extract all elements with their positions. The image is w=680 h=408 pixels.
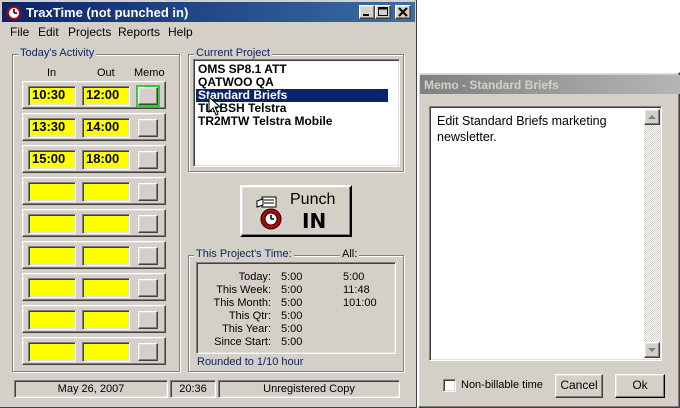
in-time-field[interactable]: 10:30 xyxy=(28,86,76,106)
arrow-up-icon xyxy=(648,115,656,119)
stat-all-value: 5:00 xyxy=(343,271,365,283)
non-billable-label[interactable]: Non-billable time xyxy=(461,379,543,391)
memo-button[interactable] xyxy=(138,247,158,265)
maximize-button[interactable] xyxy=(375,5,391,19)
activity-row xyxy=(22,241,166,269)
activity-row: 10:30 12:00 xyxy=(22,81,166,109)
activity-row xyxy=(22,305,166,333)
status-license: Unregistered Copy xyxy=(218,380,400,398)
memo-button[interactable] xyxy=(138,215,158,233)
project-listbox[interactable]: OMS SP8.1 ATT QATWOO QA Standard Briefs … xyxy=(193,59,400,167)
activity-row xyxy=(22,337,166,365)
activity-row: 15:00 18:00 xyxy=(22,145,166,173)
memo-column-header: Memo xyxy=(134,67,165,79)
punch-clock-icon xyxy=(256,196,282,230)
activity-row xyxy=(22,177,166,205)
activity-row xyxy=(22,209,166,237)
memo-button[interactable] xyxy=(138,151,158,169)
out-time-field[interactable] xyxy=(82,310,130,330)
stat-value: 5:00 xyxy=(281,323,303,335)
project-time-label: This Project's Time: xyxy=(194,248,294,260)
stat-all-value: 11:48 xyxy=(343,284,370,296)
stat-all-value: 101:00 xyxy=(343,297,377,309)
scroll-up-button[interactable] xyxy=(644,109,660,125)
project-time-panel: Today: 5:00 5:00 This Week: 5:00 11:48 T… xyxy=(196,262,396,354)
memo-button[interactable] xyxy=(136,85,160,107)
menu-projects[interactable]: Projects xyxy=(68,25,111,39)
memo-title-bar[interactable]: Memo - Standard Briefs xyxy=(420,75,680,94)
out-time-field[interactable]: 18:00 xyxy=(82,150,130,170)
in-time-field[interactable] xyxy=(28,214,76,234)
activity-row xyxy=(22,273,166,301)
close-icon xyxy=(398,7,408,17)
stat-value: 5:00 xyxy=(281,336,303,348)
out-time-field[interactable] xyxy=(82,342,130,362)
out-column-header: Out xyxy=(97,67,115,79)
rounding-note: Rounded to 1/10 hour xyxy=(197,356,304,368)
in-time-field[interactable] xyxy=(28,246,76,266)
todays-activity-label: Today's Activity xyxy=(18,47,97,59)
ok-button[interactable]: Ok xyxy=(615,374,665,398)
cancel-button[interactable]: Cancel xyxy=(555,374,603,398)
in-time-field[interactable]: 15:00 xyxy=(28,150,76,170)
minimize-button[interactable] xyxy=(359,5,375,19)
memo-button[interactable] xyxy=(138,343,158,361)
memo-scrollbar[interactable] xyxy=(644,109,660,358)
memo-text: Edit Standard Briefs marketing newslette… xyxy=(437,114,607,144)
in-time-field[interactable] xyxy=(28,310,76,330)
in-time-field[interactable] xyxy=(28,278,76,298)
in-time-field[interactable]: 13:30 xyxy=(28,118,76,138)
in-time-field[interactable] xyxy=(28,342,76,362)
out-time-field[interactable] xyxy=(82,182,130,202)
punch-label: Punch xyxy=(290,191,336,208)
stat-label: This Qtr: xyxy=(228,310,271,322)
out-time-field[interactable] xyxy=(82,246,130,266)
all-time-label: All: xyxy=(340,248,360,260)
current-project-label: Current Project xyxy=(194,47,272,59)
in-time-field[interactable] xyxy=(28,182,76,202)
memo-textarea[interactable]: Edit Standard Briefs marketing newslette… xyxy=(429,106,662,361)
maximize-icon xyxy=(378,7,388,16)
stat-label: Today: xyxy=(238,271,271,283)
stat-label: This Month: xyxy=(213,297,271,309)
minimize-icon xyxy=(363,14,369,16)
memo-title-text: Memo - Standard Briefs xyxy=(424,78,559,92)
stat-value: 5:00 xyxy=(281,310,303,322)
stat-value: 5:00 xyxy=(281,284,303,296)
status-time: 20:36 xyxy=(170,380,216,398)
app-clock-icon xyxy=(7,6,21,20)
menu-file[interactable]: File xyxy=(10,25,29,39)
in-column-header: In xyxy=(47,67,57,79)
out-time-field[interactable] xyxy=(82,214,130,234)
stat-label: This Year: xyxy=(222,323,271,335)
out-time-field[interactable]: 14:00 xyxy=(82,118,130,138)
main-title-bar[interactable]: TraxTime (not punched in) xyxy=(2,2,415,22)
main-title-text: TraxTime (not punched in) xyxy=(26,5,189,20)
mouse-cursor-icon xyxy=(208,96,222,116)
scroll-down-button[interactable] xyxy=(644,342,660,358)
menu-help[interactable]: Help xyxy=(168,25,193,39)
memo-button[interactable] xyxy=(138,119,158,137)
menu-bar: File Edit Projects Reports Help xyxy=(2,23,415,41)
punch-state-label: IN xyxy=(302,209,327,233)
stat-value: 5:00 xyxy=(281,271,303,283)
stat-label: Since Start: xyxy=(214,336,271,348)
memo-button[interactable] xyxy=(138,183,158,201)
project-item-tr2mtw[interactable]: TR2MTW Telstra Mobile xyxy=(196,115,388,128)
stat-label: This Week: xyxy=(216,284,271,296)
menu-edit[interactable]: Edit xyxy=(38,25,59,39)
memo-button[interactable] xyxy=(138,279,158,297)
punch-in-button[interactable]: Punch IN xyxy=(240,185,352,237)
out-time-field[interactable]: 12:00 xyxy=(82,86,130,106)
stat-value: 5:00 xyxy=(281,297,303,309)
close-button[interactable] xyxy=(395,5,411,19)
arrow-down-icon xyxy=(648,348,656,352)
menu-reports[interactable]: Reports xyxy=(118,25,160,39)
memo-button[interactable] xyxy=(138,311,158,329)
activity-row: 13:30 14:00 xyxy=(22,113,166,141)
out-time-field[interactable] xyxy=(82,278,130,298)
status-date: May 26, 2007 xyxy=(14,380,168,398)
non-billable-checkbox-frame[interactable] xyxy=(443,379,456,392)
